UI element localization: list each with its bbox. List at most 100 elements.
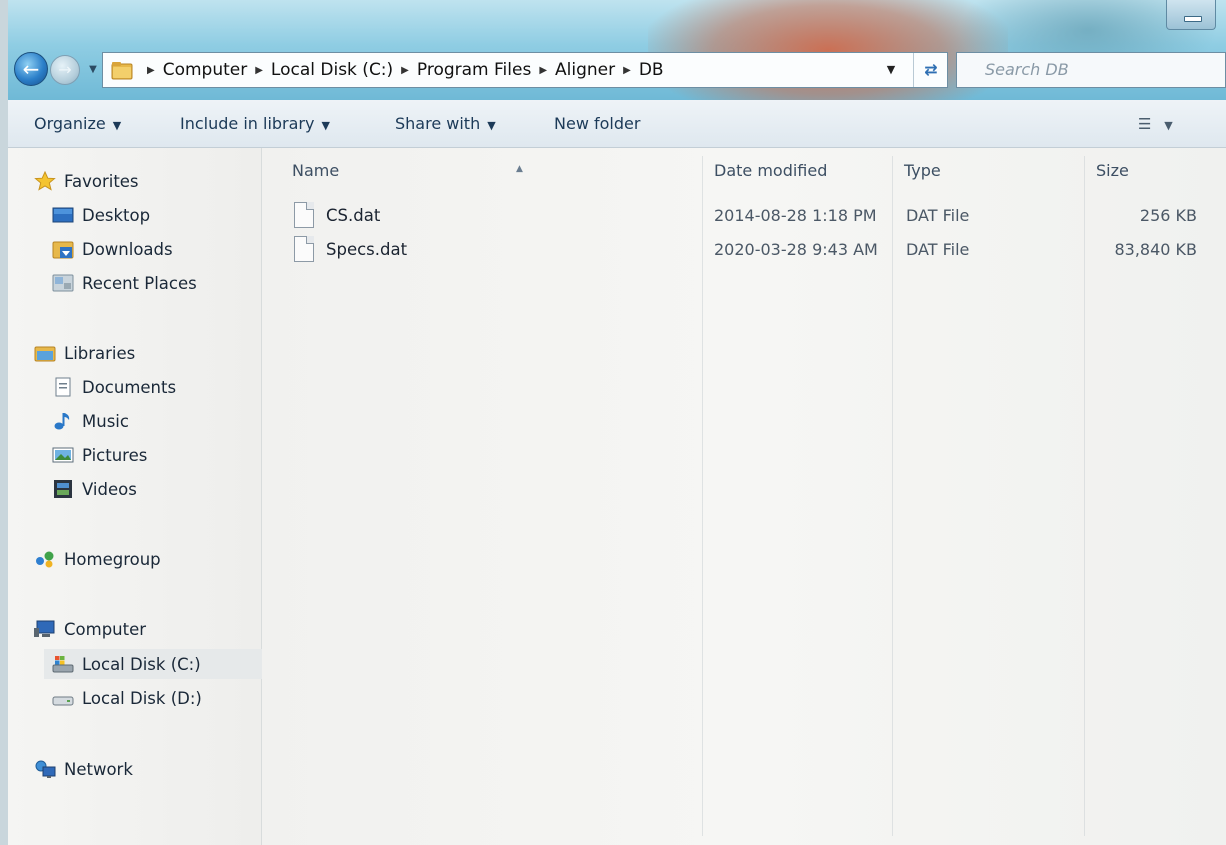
address-bar[interactable]: ▶ Computer ▶ Local Disk (C:) ▶ Program F…: [102, 52, 948, 88]
file-date-modified: 2014-08-28 1:18 PM: [714, 206, 877, 225]
nav-documents-label: Documents: [82, 377, 177, 397]
nav-computer[interactable]: Computer: [34, 614, 146, 644]
pictures-icon: [52, 447, 74, 463]
nav-network-label: Network: [64, 759, 133, 779]
search-input[interactable]: Search DB: [956, 52, 1226, 88]
share-with-button[interactable]: Share with ▼: [395, 100, 496, 148]
file-icon: [294, 236, 314, 262]
desktop-icon: [52, 207, 74, 223]
share-with-label: Share with: [395, 114, 481, 133]
nav-videos[interactable]: Videos: [52, 474, 137, 504]
command-bar: Organize ▼ Include in library ▼ Share with…: [8, 100, 1226, 148]
details-view-icon: ☰: [1138, 115, 1152, 133]
chevron-right-icon[interactable]: ▶: [147, 65, 155, 76]
file-icon: [294, 202, 314, 228]
nav-favorites[interactable]: Favorites: [34, 166, 139, 196]
back-button[interactable]: ←: [14, 52, 48, 86]
organize-label: Organize: [34, 114, 106, 133]
nav-music-label: Music: [82, 411, 129, 431]
column-header-type[interactable]: Type: [904, 158, 941, 184]
chevron-down-icon: ▼: [1164, 119, 1173, 132]
breadcrumb-db[interactable]: DB: [639, 60, 664, 80]
column-header-name[interactable]: Name ▲: [292, 158, 702, 184]
breadcrumb-program-files[interactable]: Program Files: [417, 60, 531, 80]
chevron-down-icon: ▼: [886, 63, 896, 76]
homegroup-icon: [36, 551, 54, 568]
recent-pages-dropdown[interactable]: ▼: [86, 60, 100, 80]
minimize-icon: [1184, 16, 1202, 22]
chevron-right-icon[interactable]: ▶: [255, 65, 263, 76]
chevron-right-icon[interactable]: ▶: [623, 65, 631, 76]
column-header-type-label: Type: [904, 161, 941, 180]
nav-network[interactable]: Network: [34, 754, 133, 784]
nav-documents[interactable]: Documents: [52, 372, 176, 402]
recent-places-icon: [52, 274, 74, 292]
star-icon: [34, 171, 56, 191]
forward-button[interactable]: →: [50, 55, 80, 85]
breadcrumb: ▶ Computer ▶ Local Disk (C:) ▶ Program F…: [139, 53, 664, 87]
nav-pictures[interactable]: Pictures: [52, 440, 147, 470]
sort-ascending-icon: ▲: [516, 164, 523, 174]
file-name: CS.dat: [326, 206, 381, 225]
nav-local-disk-d[interactable]: Local Disk (D:): [52, 683, 202, 713]
minimize-button[interactable]: [1166, 0, 1216, 30]
nav-local-disk-c[interactable]: Local Disk (C:): [44, 649, 262, 679]
navigation-pane: Favorites Desktop Downloads Recent Place…: [8, 148, 262, 845]
file-date-modified: 2020-03-28 9:43 AM: [714, 240, 878, 259]
column-header-date-label: Date modified: [714, 161, 828, 180]
breadcrumb-computer[interactable]: Computer: [163, 60, 248, 80]
system-drive-icon: [52, 656, 74, 673]
file-size: 256 KB: [1139, 206, 1197, 225]
table-row[interactable]: CS.dat 2014-08-28 1:18 PM DAT File 256 K…: [262, 199, 1226, 233]
column-header-name-label: Name: [292, 161, 340, 180]
new-folder-label: New folder: [554, 114, 641, 133]
column-header-size[interactable]: Size: [1096, 158, 1129, 184]
nav-local-disk-c-label: Local Disk (C:): [82, 654, 201, 674]
nav-local-disk-d-label: Local Disk (D:): [82, 688, 202, 708]
table-row[interactable]: Specs.dat 2020-03-28 9:43 AM DAT File 83…: [262, 233, 1226, 267]
documents-icon: [55, 377, 71, 397]
refresh-icon: ⇄: [924, 60, 938, 79]
nav-recent-places-label: Recent Places: [82, 273, 197, 293]
chevron-right-icon[interactable]: ▶: [401, 65, 409, 76]
arrow-right-icon: →: [58, 60, 72, 79]
nav-desktop[interactable]: Desktop: [52, 200, 150, 230]
nav-downloads[interactable]: Downloads: [52, 234, 173, 264]
file-size: 83,840 KB: [1114, 240, 1197, 259]
file-type: DAT File: [906, 206, 970, 225]
nav-recent-places[interactable]: Recent Places: [52, 268, 197, 298]
change-view-button[interactable]: ☰ ▼: [1138, 100, 1173, 148]
folder-icon: [111, 62, 133, 80]
file-type: DAT File: [906, 240, 970, 259]
downloads-folder-icon: [52, 241, 74, 259]
chevron-right-icon[interactable]: ▶: [539, 65, 547, 76]
nav-homegroup[interactable]: Homegroup: [34, 544, 161, 574]
nav-favorites-label: Favorites: [64, 171, 139, 191]
nav-desktop-label: Desktop: [82, 205, 151, 225]
refresh-button[interactable]: ⇄: [913, 53, 948, 87]
include-in-library-button[interactable]: Include in library ▼: [180, 100, 330, 148]
drive-icon: [52, 696, 74, 706]
nav-pictures-label: Pictures: [82, 445, 148, 465]
file-name: Specs.dat: [326, 240, 408, 259]
chevron-down-icon: ▼: [321, 119, 330, 132]
nav-videos-label: Videos: [82, 479, 137, 499]
organize-button[interactable]: Organize ▼: [34, 100, 121, 148]
libraries-icon: [34, 346, 56, 362]
address-history-dropdown[interactable]: ▼: [881, 53, 901, 87]
search-placeholder: Search DB: [985, 60, 1069, 79]
nav-libraries[interactable]: Libraries: [34, 338, 135, 368]
file-list: Name ▲ Date modified Type Size CS.dat 20…: [262, 148, 1226, 845]
nav-libraries-label: Libraries: [64, 343, 136, 363]
breadcrumb-aligner[interactable]: Aligner: [555, 60, 615, 80]
new-folder-button[interactable]: New folder: [554, 100, 640, 148]
nav-computer-label: Computer: [64, 619, 147, 639]
breadcrumb-local-disk-c[interactable]: Local Disk (C:): [271, 60, 393, 80]
videos-icon: [54, 480, 72, 498]
chevron-down-icon: ▼: [89, 64, 97, 75]
music-icon: [54, 413, 70, 430]
chevron-down-icon: ▼: [112, 119, 122, 132]
column-header-size-label: Size: [1096, 161, 1129, 180]
nav-music[interactable]: Music: [52, 406, 129, 436]
column-header-date-modified[interactable]: Date modified: [714, 158, 827, 184]
